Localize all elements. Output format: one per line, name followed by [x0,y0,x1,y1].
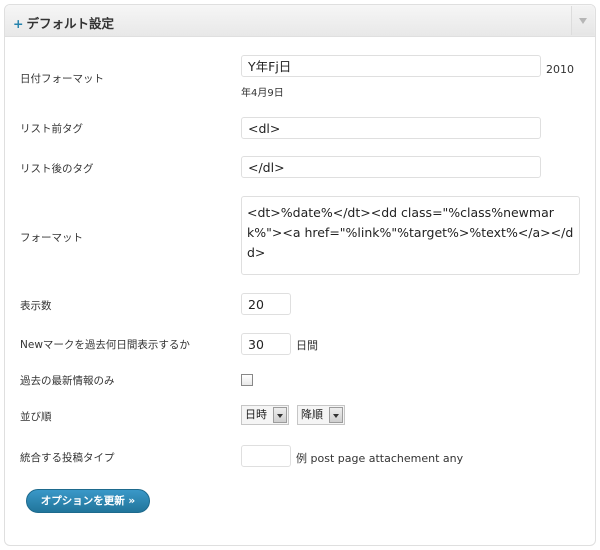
latest-only-checkbox[interactable] [241,374,253,386]
sort-field-selected: 日時 [245,408,267,421]
date-format-label: 日付フォーマット [20,73,104,85]
date-format-input[interactable]: Y年Fj日 [241,55,541,77]
chevron-down-icon [273,407,287,423]
chevron-down-icon [329,407,343,423]
panel-header[interactable]: + デフォルト設定 [5,5,595,37]
sort-direction-select[interactable]: 降順 [297,405,345,425]
latest-only-label: 過去の最新情報のみ [20,375,115,387]
format-label: フォーマット [20,232,83,244]
new-mark-days-unit: 日間 [296,339,318,352]
collapse-toggle-button[interactable] [571,6,594,35]
new-mark-days-input[interactable]: 30 [241,333,291,355]
date-format-example-year: 2010 [546,63,574,76]
sort-direction-selected: 降順 [301,408,323,421]
new-mark-days-label: Newマークを過去何日間表示するか [20,339,190,351]
date-format-example-rest: 年4月9日 [241,88,284,99]
settings-panel: + デフォルト設定 日付フォーマット Y年Fj日 2010 年4月9日 リスト前タ… [4,4,596,546]
expand-icon: + [13,16,24,31]
list-before-tag-label: リスト前タグ [20,123,83,135]
panel-title-text: デフォルト設定 [26,16,114,31]
post-type-example: 例 post page attachement any [296,452,464,465]
list-after-tag-input[interactable]: </dl> [241,156,541,178]
sort-order-label: 並び順 [20,411,52,423]
list-before-tag-input[interactable]: <dl> [241,117,541,139]
display-count-label: 表示数 [20,300,52,312]
display-count-input[interactable]: 20 [241,293,291,315]
format-textarea[interactable]: <dt>%date%</dt><dd class="%class%newmark… [241,196,580,275]
list-after-tag-label: リスト後のタグ [20,163,94,175]
sort-field-select[interactable]: 日時 [241,405,289,425]
panel-title: + デフォルト設定 [13,13,114,32]
post-type-label: 統合する投稿タイプ [20,452,115,464]
update-options-button[interactable]: オプションを更新 » [26,489,150,513]
post-type-input[interactable] [241,445,291,467]
